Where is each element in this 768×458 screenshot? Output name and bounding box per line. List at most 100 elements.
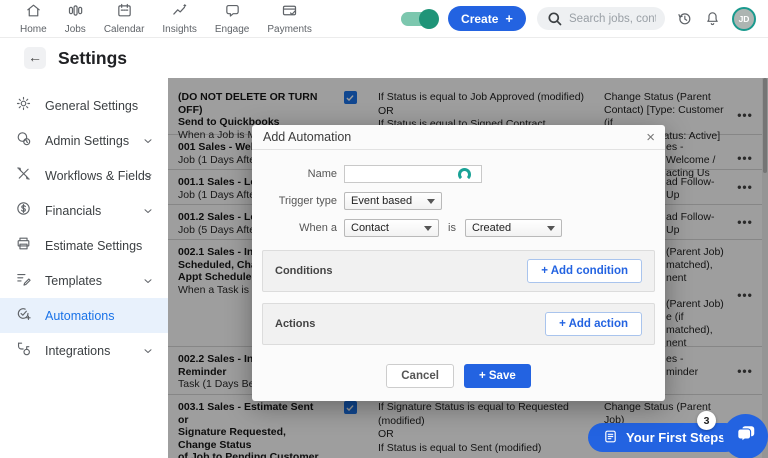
avatar[interactable]: JD xyxy=(732,6,756,31)
nav-item-insights[interactable]: Insights xyxy=(162,2,197,35)
gear-icon xyxy=(15,95,32,117)
conditions-label: Conditions xyxy=(275,265,333,277)
caret-down-icon xyxy=(546,225,555,231)
sidebar-item-workflows-fields[interactable]: Workflows & Fields xyxy=(0,158,168,193)
sidebar-item-integrations[interactable]: Integrations xyxy=(0,333,168,368)
settings-sidebar: General Settings Admin Settings Workflows … xyxy=(0,78,168,458)
chat-button[interactable] xyxy=(723,414,768,458)
engage-icon xyxy=(224,2,241,24)
trigger-row: Trigger type Event based xyxy=(252,192,665,210)
actions-section: Actions + Add action xyxy=(262,303,655,345)
nav-item-label: Jobs xyxy=(64,24,86,35)
trigger-type-select[interactable]: Event based xyxy=(344,192,442,210)
jobs-icon xyxy=(67,2,84,24)
tools-icon xyxy=(15,165,32,187)
nav-item-label: Home xyxy=(20,24,47,35)
plus-icon: + xyxy=(505,11,513,26)
sidebar-item-admin-settings[interactable]: Admin Settings xyxy=(0,123,168,158)
topbar-right-group: Create + Search jobs, contact... JD xyxy=(401,6,756,31)
sidebar-item-financials[interactable]: Financials xyxy=(0,193,168,228)
sidebar-item-label: Templates xyxy=(45,273,102,288)
sidebar-item-label: General Settings xyxy=(45,98,139,113)
actions-label: Actions xyxy=(275,318,316,330)
chevron-down-icon xyxy=(142,205,154,217)
sidebar-item-estimate-settings[interactable]: Estimate Settings xyxy=(0,228,168,263)
avatar-initials: JD xyxy=(738,13,750,24)
first-steps-button[interactable]: Your First Steps xyxy=(588,423,741,452)
chevron-down-icon xyxy=(142,170,154,182)
loading-arc-icon xyxy=(458,168,471,181)
dollar-icon xyxy=(15,200,32,222)
integration-icon xyxy=(15,340,32,362)
search-placeholder: Search jobs, contact... xyxy=(569,12,656,25)
caret-down-icon xyxy=(424,225,432,231)
modal-header: Add Automation × xyxy=(252,125,665,150)
sidebar-item-label: Automations xyxy=(45,308,115,323)
sidebar-item-templates[interactable]: Templates xyxy=(0,263,168,298)
name-label: Name xyxy=(307,168,337,180)
template-icon xyxy=(15,270,32,292)
admin-icon xyxy=(15,130,32,152)
search-input[interactable]: Search jobs, contact... xyxy=(537,7,665,30)
history-icon[interactable] xyxy=(676,10,693,27)
back-button[interactable]: ← xyxy=(24,47,46,69)
sidebar-item-label: Integrations xyxy=(45,343,111,358)
chevron-down-icon xyxy=(142,345,154,357)
sidebar-item-label: Financials xyxy=(45,203,102,218)
modal-title: Add Automation xyxy=(263,130,352,144)
sidebar-item-label: Workflows & Fields xyxy=(45,168,152,183)
calendar-icon xyxy=(116,2,133,24)
nav-item-calendar[interactable]: Calendar xyxy=(103,2,145,35)
nav-item-engage[interactable]: Engage xyxy=(215,2,249,35)
caret-down-icon xyxy=(427,198,435,204)
add-automation-modal: Add Automation × Name Trigger type Event… xyxy=(252,125,665,401)
first-steps-label: Your First Steps xyxy=(626,430,726,445)
nav-item-label: Calendar xyxy=(103,24,145,35)
back-arrow-icon: ← xyxy=(28,49,42,65)
app-root: Home Jobs Calendar Insights Engage Payments C… xyxy=(0,0,768,458)
name-row: Name xyxy=(252,165,665,183)
insights-icon xyxy=(171,2,188,24)
automation-icon xyxy=(15,305,32,327)
create-button-label: Create xyxy=(461,11,499,26)
availability-toggle[interactable] xyxy=(401,8,440,29)
sidebar-item-general-settings[interactable]: General Settings xyxy=(0,88,168,123)
modal-footer: Cancel + Save xyxy=(252,364,665,388)
close-icon[interactable]: × xyxy=(646,130,655,145)
nav-item-label: Engage xyxy=(214,24,250,35)
conditions-section: Conditions + Add condition xyxy=(262,250,655,292)
nav-item-label: Payments xyxy=(267,24,312,35)
save-button[interactable]: + Save xyxy=(463,364,531,388)
sidebar-item-label: Estimate Settings xyxy=(45,238,143,253)
chevron-down-icon xyxy=(142,275,154,287)
event-value: Created xyxy=(471,222,512,234)
cancel-button[interactable]: Cancel xyxy=(386,364,454,388)
add-action-button[interactable]: + Add action xyxy=(545,312,642,336)
main-nav: Home Jobs Calendar Insights Engage Payments xyxy=(20,2,312,35)
sidebar-item-automations[interactable]: Automations xyxy=(0,298,168,333)
home-icon xyxy=(25,2,42,24)
when-label: When a xyxy=(299,222,337,234)
entity-select[interactable]: Contact xyxy=(344,219,439,237)
is-label: is xyxy=(448,222,456,234)
page-title: Settings xyxy=(58,47,128,68)
create-button[interactable]: Create + xyxy=(448,6,526,31)
book-icon xyxy=(603,429,618,447)
search-icon xyxy=(546,10,563,27)
trigger-type-value: Event based xyxy=(351,195,413,207)
chevron-down-icon xyxy=(142,135,154,147)
chat-icon xyxy=(735,423,757,450)
nav-item-payments[interactable]: Payments xyxy=(267,2,312,35)
printer-icon xyxy=(15,235,32,257)
top-navigation-bar: Home Jobs Calendar Insights Engage Payments C… xyxy=(0,0,768,38)
toggle-knob xyxy=(419,8,440,29)
add-condition-button[interactable]: + Add condition xyxy=(527,259,642,283)
nav-item-jobs[interactable]: Jobs xyxy=(65,2,86,35)
name-field[interactable] xyxy=(344,165,482,183)
nav-item-home[interactable]: Home xyxy=(20,2,47,35)
when-row: When a Contact is Created xyxy=(252,219,665,237)
event-select[interactable]: Created xyxy=(464,219,562,237)
nav-item-label: Insights xyxy=(162,24,197,35)
bell-icon[interactable] xyxy=(704,10,721,27)
first-steps-badge: 3 xyxy=(697,411,716,430)
